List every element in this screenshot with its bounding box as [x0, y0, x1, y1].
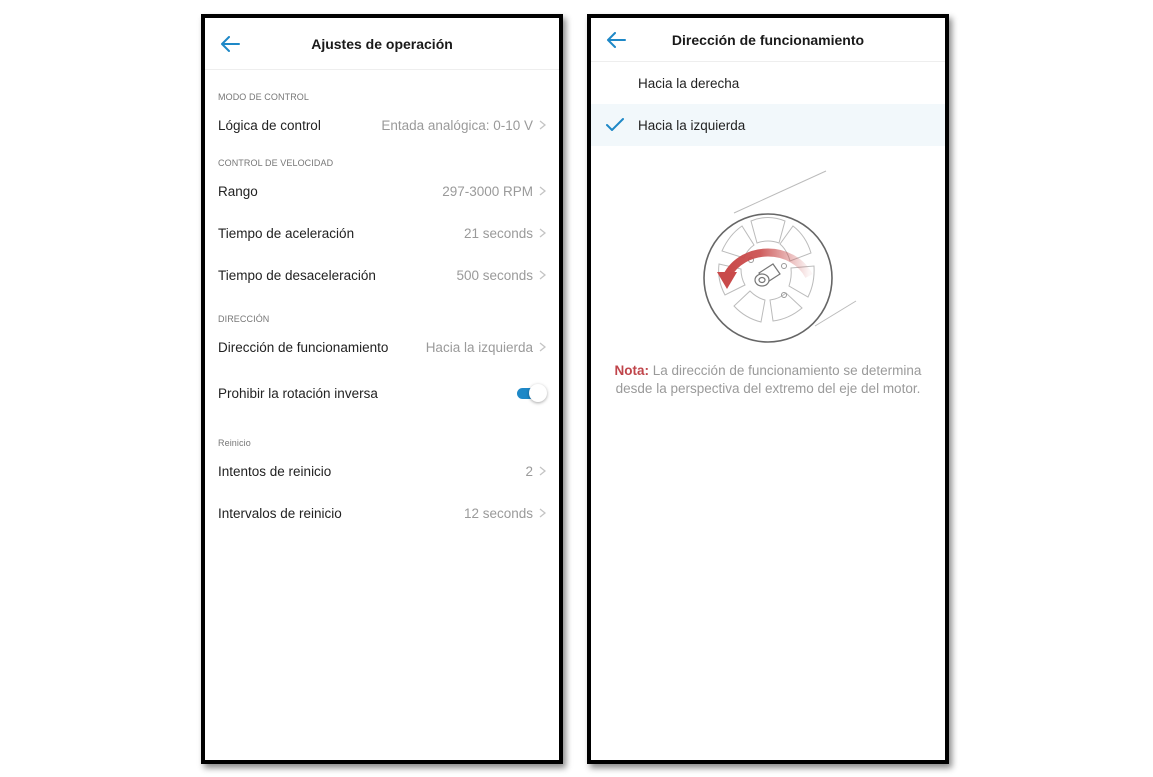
chevron-right-icon	[539, 228, 547, 238]
chevron-right-icon	[539, 186, 547, 196]
back-arrow-icon[interactable]	[605, 29, 627, 51]
row-range[interactable]: Rango 297-3000 RPM	[205, 170, 559, 212]
page-title: Ajustes de operación	[311, 35, 453, 52]
phone-operation-settings: Ajustes de operación MODO DE CONTROL Lóg…	[201, 14, 563, 764]
row-value: Hacia la izquierda	[425, 339, 533, 355]
row-label: Prohibir la rotación inversa	[218, 385, 378, 401]
chevron-right-icon	[539, 120, 547, 130]
chevron-right-icon	[539, 466, 547, 476]
row-label: Tiempo de desaceleración	[218, 267, 376, 283]
row-value: 297-3000 RPM	[442, 183, 533, 199]
chevron-right-icon	[539, 270, 547, 280]
chevron-right-icon	[539, 508, 547, 518]
section-label-control-mode: MODO DE CONTROL	[218, 92, 310, 102]
header: Ajustes de operación	[205, 18, 559, 70]
direction-note: Nota: La dirección de funcionamiento se …	[601, 362, 935, 398]
row-control-logic[interactable]: Lógica de control Entada analógica: 0-10…	[205, 104, 559, 146]
header: Dirección de funcionamiento	[591, 18, 945, 62]
check-icon	[605, 117, 625, 133]
row-restart-attempts[interactable]: Intentos de reinicio 2	[205, 450, 559, 492]
row-value: 2	[525, 463, 533, 479]
section-label-speed-control: CONTROL DE VELOCIDAD	[218, 158, 334, 168]
section-label-direction: DIRECCIÓN	[218, 314, 270, 324]
row-operating-direction[interactable]: Dirección de funcionamiento Hacia la izq…	[205, 326, 559, 368]
option-label: Hacia la izquierda	[638, 117, 746, 133]
note-text: La dirección de funcionamiento se determ…	[615, 363, 922, 396]
chevron-right-icon	[539, 342, 547, 352]
row-prohibit-reverse-rotation: Prohibir la rotación inversa	[205, 368, 559, 418]
row-value: 21 seconds	[463, 225, 533, 241]
toggle-knob	[529, 384, 547, 402]
row-value: 500 seconds	[456, 267, 533, 283]
option-left[interactable]: Hacia la izquierda	[591, 104, 945, 146]
row-label: Intentos de reinicio	[218, 463, 332, 479]
page-title: Dirección de funcionamiento	[671, 31, 865, 48]
row-acceleration-time[interactable]: Tiempo de aceleración 21 seconds	[205, 212, 559, 254]
reverse-rotation-toggle[interactable]	[517, 384, 547, 402]
row-label: Tiempo de aceleración	[218, 225, 355, 241]
option-right[interactable]: Hacia la derecha	[591, 62, 945, 104]
row-deceleration-time[interactable]: Tiempo de desaceleración 500 seconds	[205, 254, 559, 296]
section-label-restart: Reinicio	[218, 438, 251, 448]
motor-rotation-illustration	[691, 168, 861, 348]
row-label: Lógica de control	[218, 117, 321, 133]
row-restart-intervals[interactable]: Intervalos de reinicio 12 seconds	[205, 492, 559, 534]
row-label: Rango	[218, 183, 258, 199]
row-value: 12 seconds	[463, 505, 533, 521]
phone-operating-direction: Dirección de funcionamiento Hacia la der…	[587, 14, 949, 764]
row-value: Entada analógica: 0-10 V	[381, 117, 533, 133]
back-arrow-icon[interactable]	[219, 33, 241, 55]
option-label: Hacia la derecha	[638, 75, 740, 91]
row-label: Dirección de funcionamiento	[218, 339, 389, 355]
note-label: Nota:	[614, 363, 650, 378]
row-label: Intervalos de reinicio	[218, 505, 342, 521]
